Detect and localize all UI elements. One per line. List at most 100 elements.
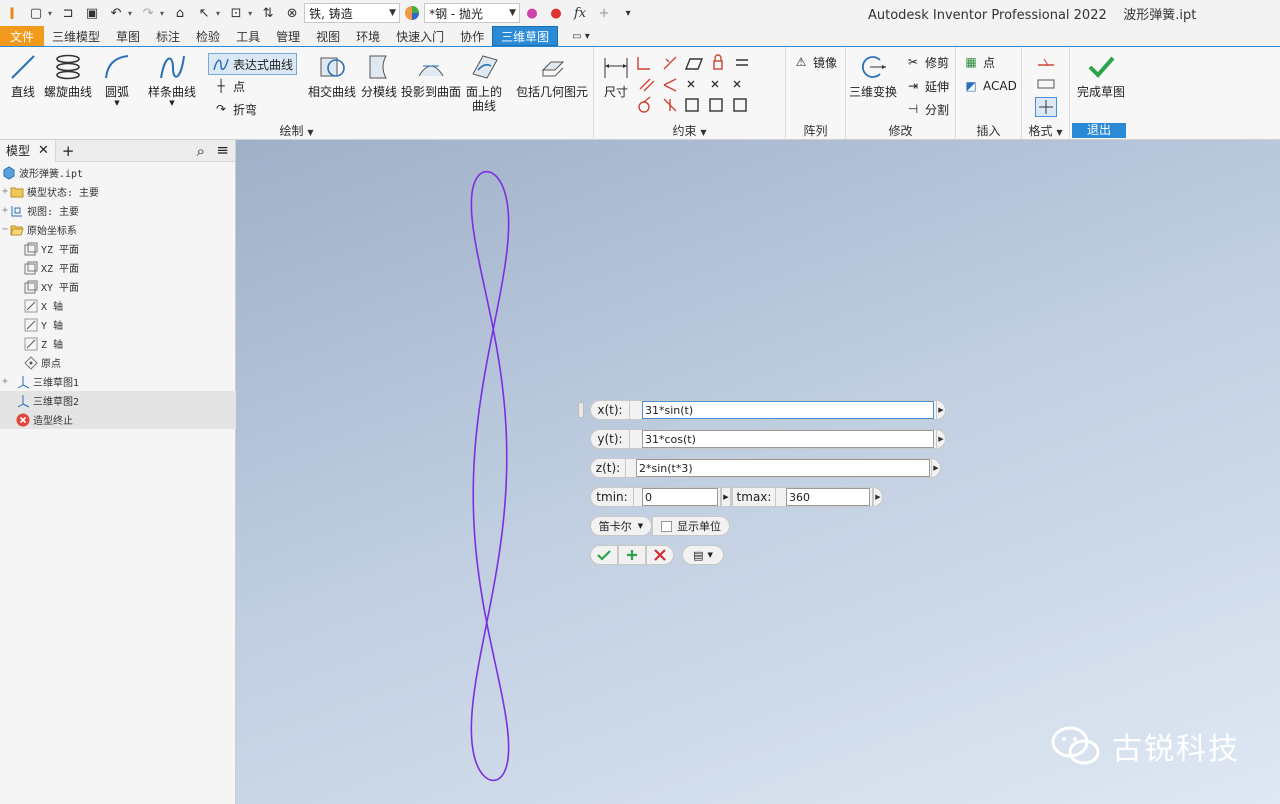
menu-icon[interactable]: ≡ (216, 141, 229, 159)
project-to-surface-button[interactable]: 投影到曲面 (401, 51, 461, 99)
tab-annotate[interactable]: 标注 (148, 26, 188, 46)
new-file-icon[interactable]: ▢ (27, 4, 45, 22)
finish-sketch-button[interactable]: 完成草图 (1074, 51, 1128, 99)
fx-parameters-icon[interactable]: fx (571, 4, 589, 22)
tab-collaborate[interactable]: 协作 (452, 26, 492, 46)
reference-dimension-icon[interactable] (1036, 77, 1056, 91)
tree-item-yz-plane[interactable]: YZ 平面 (0, 239, 236, 258)
home-icon[interactable]: ⌂ (171, 4, 189, 22)
tmin-arrow-icon[interactable]: ▶ (721, 487, 731, 507)
tab-file[interactable]: 文件 (0, 26, 44, 46)
graphics-viewport[interactable]: x(t): 31*sin(t) ▶ y(t): 31*cos(t) ▶ z(t)… (236, 140, 1280, 804)
select-icon[interactable]: ↖ (195, 4, 213, 22)
extend-button[interactable]: ⇥ 延伸 (904, 77, 949, 95)
tab-3d-model[interactable]: 三维模型 (44, 26, 108, 46)
construction-icon[interactable] (1036, 55, 1056, 69)
chevron-down-icon[interactable]: ▾ (160, 9, 164, 18)
tab-sketch[interactable]: 草图 (108, 26, 148, 46)
tree-item-origin[interactable]: − 原始坐标系 (0, 220, 236, 239)
z-equation-input[interactable]: 2*sin(t*3) (636, 459, 930, 477)
save-icon[interactable]: ▣ (83, 4, 101, 22)
tab-get-started[interactable]: 快速入门 (388, 26, 452, 46)
tab-view[interactable]: 视图 (308, 26, 348, 46)
update-icon[interactable]: ⇅ (259, 4, 277, 22)
include-geometry-button[interactable]: 包括几何图元 (514, 51, 590, 99)
coordinate-system-select[interactable]: 笛卡尔 ▼ (590, 516, 652, 536)
options-menu-button[interactable]: ▤ ▼ (682, 545, 724, 565)
expand-icon[interactable]: + (0, 376, 10, 387)
line-button[interactable]: 直线 (6, 51, 40, 99)
helix-button[interactable]: 螺旋曲线 (42, 51, 94, 99)
y-equation-input[interactable]: 31*cos(t) (642, 430, 934, 448)
tab-manage[interactable]: 管理 (268, 26, 308, 46)
insert-point-button[interactable]: ▦ 点 (962, 53, 995, 71)
expand-icon[interactable]: + (0, 186, 10, 197)
chevron-down-icon[interactable]: ▾ (216, 9, 220, 18)
ribbon-display-toggle[interactable]: ▭ ▾ (558, 26, 598, 46)
add-tab-icon[interactable]: + (56, 142, 81, 160)
tmin-input[interactable]: 0 (642, 488, 718, 506)
y-expand-arrow-icon[interactable]: ▶ (936, 429, 946, 449)
chevron-down-icon[interactable]: ▾ (248, 9, 252, 18)
tree-item-3d-sketch-2[interactable]: 三维草图2 (0, 391, 236, 410)
show-units-checkbox[interactable] (661, 520, 672, 532)
curve-on-face-button[interactable]: 面上的 曲线 (464, 51, 504, 113)
tree-item-model-state[interactable]: + 模型状态: 主要 (0, 182, 236, 201)
split-button[interactable]: ⊣ 分割 (904, 100, 949, 118)
tree-item-y-axis[interactable]: Y 轴 (0, 315, 236, 334)
appearance-color-icon[interactable] (403, 4, 421, 22)
search-icon[interactable]: ⌕ (197, 142, 205, 160)
trim-button[interactable]: ✂ 修剪 (904, 53, 949, 71)
x-equation-input[interactable]: 31*sin(t) (642, 401, 934, 419)
centerline-icon[interactable] (1035, 97, 1057, 117)
tree-item-view[interactable]: + 视图: 主要 (0, 201, 236, 220)
redo-icon[interactable]: ↷ (139, 4, 157, 22)
cancel-button[interactable] (646, 545, 674, 565)
panel-draw-title[interactable]: 绘制 ▼ (0, 122, 593, 139)
tree-item-part[interactable]: 波形弹簧.ipt (0, 163, 236, 182)
tmax-arrow-icon[interactable]: ▶ (873, 487, 883, 507)
tree-item-x-axis[interactable]: X 轴 (0, 296, 236, 315)
tab-inspect[interactable]: 检验 (188, 26, 228, 46)
tree-item-z-axis[interactable]: Z 轴 (0, 334, 236, 353)
customize-chevron-icon[interactable]: ▾ (619, 4, 637, 22)
mirror-button[interactable]: ⚠ 镜像 (792, 53, 837, 71)
tree-item-xz-plane[interactable]: XZ 平面 (0, 258, 236, 277)
dimension-button[interactable]: 尺寸 (598, 51, 634, 99)
arc-button[interactable]: 圆弧 ▼ (100, 51, 134, 107)
adjust-appearance-icon[interactable]: ● (523, 4, 541, 22)
tab-3d-sketch[interactable]: 三维草图 (492, 26, 559, 46)
acad-button[interactable]: ◩ ACAD (962, 77, 1017, 95)
chevron-down-icon[interactable]: ▾ (128, 9, 132, 18)
material-icon[interactable]: ⊗ (283, 4, 301, 22)
silhouette-curve-button[interactable]: 分模线 (359, 51, 399, 99)
panel-format-title[interactable]: 格式 ▼ (1022, 122, 1069, 139)
chevron-down-icon[interactable]: ▾ (48, 9, 52, 18)
plus-icon[interactable]: + (595, 4, 613, 22)
apply-button[interactable] (618, 545, 646, 565)
open-folder-icon[interactable]: ⊐ (59, 4, 77, 22)
bend-button[interactable]: ↷ 折弯 (212, 100, 257, 118)
tab-environments[interactable]: 环境 (348, 26, 388, 46)
zoom-window-icon[interactable]: ⊡ (227, 4, 245, 22)
tree-item-origin-point[interactable]: 原点 (0, 353, 236, 372)
x-expand-arrow-icon[interactable]: ▶ (936, 400, 946, 420)
tab-tools[interactable]: 工具 (228, 26, 268, 46)
tree-item-3d-sketch-1[interactable]: + 三维草图1 (0, 372, 236, 391)
undo-icon[interactable]: ↶ (107, 4, 125, 22)
intersection-curve-button[interactable]: 相交曲线 (306, 51, 358, 99)
panel-constrain-title[interactable]: 约束 ▼ (594, 122, 785, 139)
equation-curve-button[interactable]: 表达式曲线 (208, 53, 298, 75)
point-button[interactable]: ┼ 点 (212, 77, 245, 95)
expand-icon[interactable]: + (0, 205, 10, 216)
show-units-toggle[interactable]: 显示单位 (652, 516, 730, 536)
browser-tab-model[interactable]: 模型 ✕ (0, 139, 56, 162)
collapse-icon[interactable]: − (0, 224, 10, 235)
tmax-input[interactable]: 360 (786, 488, 870, 506)
close-icon[interactable]: ✕ (38, 143, 49, 158)
tree-item-xy-plane[interactable]: XY 平面 (0, 277, 236, 296)
ok-button[interactable] (590, 545, 618, 565)
tree-item-end-of-part[interactable]: 造型终止 (0, 410, 236, 429)
dialog-grip[interactable] (578, 402, 584, 418)
spline-button[interactable]: 样条曲线 ▼ (146, 51, 198, 107)
